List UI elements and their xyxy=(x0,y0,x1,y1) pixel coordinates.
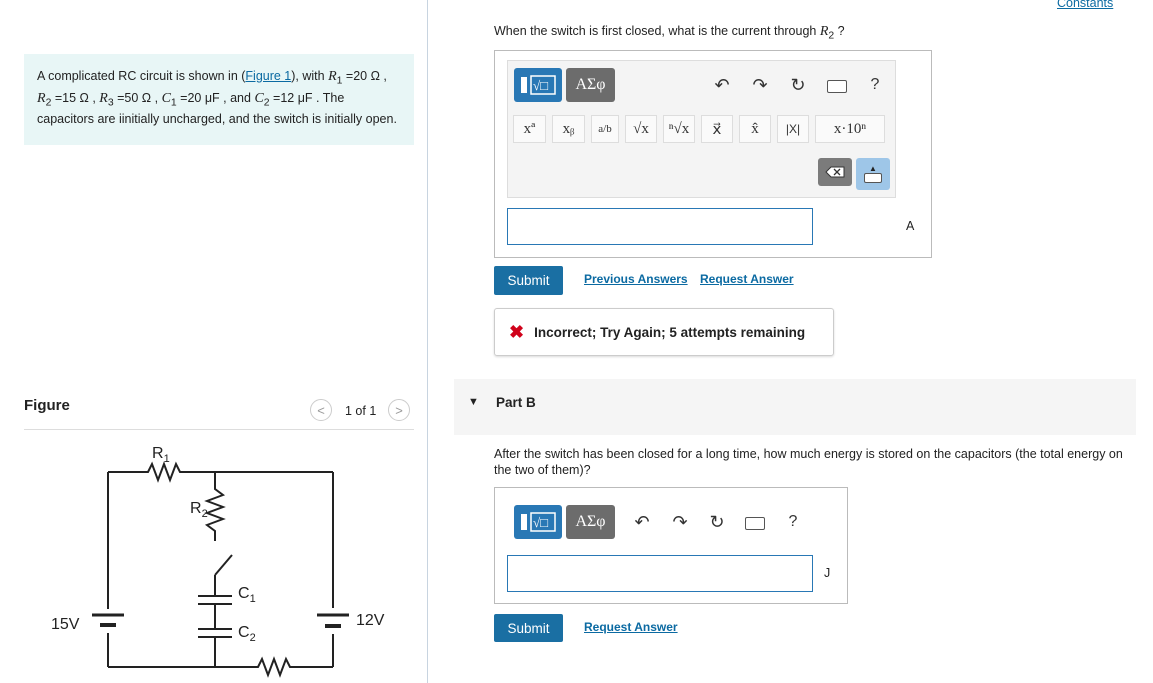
v2-label: 12V xyxy=(356,612,385,629)
backspace-icon xyxy=(825,166,845,178)
help-icon[interactable]: ? xyxy=(866,74,884,96)
panel-divider xyxy=(427,0,428,683)
backspace-button[interactable] xyxy=(818,158,852,186)
symbol-row: xª xᵦ a/b √x ⁿ√x x⃗ x̂ |X| x·10ⁿ xyxy=(513,115,891,147)
undo-icon[interactable]: ↶ xyxy=(632,511,652,533)
part-b-submit-button[interactable]: Submit xyxy=(494,614,563,642)
error-icon: ✖ xyxy=(509,321,525,342)
help-icon[interactable]: ? xyxy=(784,511,802,533)
figure-link[interactable]: Figure 1 xyxy=(245,69,291,83)
abs-value-button[interactable]: |X| xyxy=(777,115,809,143)
figure-title: Figure xyxy=(24,397,70,414)
greek-symbols-button[interactable]: ΑΣφ xyxy=(566,68,615,102)
template-button[interactable]: √□ xyxy=(514,68,562,102)
part-b-title: Part B xyxy=(496,395,536,410)
keyboard-icon[interactable] xyxy=(827,80,847,93)
redo-icon[interactable]: ↷ xyxy=(750,74,770,96)
unit-vector-button[interactable]: x̂ xyxy=(739,115,771,143)
undo-icon[interactable]: ↶ xyxy=(712,74,732,96)
keyboard-icon xyxy=(864,173,882,183)
svg-text:√□: √□ xyxy=(533,78,548,93)
vector-button[interactable]: x⃗ xyxy=(701,115,733,143)
nth-root-button[interactable]: ⁿ√x xyxy=(663,115,695,143)
keyboard-icon[interactable] xyxy=(745,517,765,530)
problem-statement: A complicated RC circuit is shown in (Fi… xyxy=(24,54,414,145)
greek-symbols-button[interactable]: ΑΣφ xyxy=(566,505,615,539)
divider xyxy=(24,429,414,430)
part-b-answer-input[interactable] xyxy=(507,555,813,592)
part-b-unit: J xyxy=(824,566,831,580)
prev-figure-button[interactable]: < xyxy=(310,399,332,421)
superscript-button[interactable]: xª xyxy=(513,115,546,143)
reset-icon[interactable]: ↻ xyxy=(707,511,727,533)
part-a-unit: A xyxy=(906,219,915,233)
v1-label: 15V xyxy=(51,616,80,633)
part-a-submit-button[interactable]: Submit xyxy=(494,266,563,295)
part-a-request-answer-link[interactable]: Request Answer xyxy=(700,272,794,286)
feedback-message: ✖ Incorrect; Try Again; 5 attempts remai… xyxy=(494,308,834,356)
c2-label: C2 xyxy=(238,624,256,644)
constants-link[interactable]: Constants xyxy=(1057,0,1113,10)
r2-label: R2 xyxy=(190,500,208,520)
keyboard-toggle-button[interactable]: ▲ xyxy=(856,158,890,190)
part-b-question: After the switch has been closed for a l… xyxy=(494,447,1123,477)
part-b-header[interactable] xyxy=(454,379,1136,435)
next-figure-button[interactable]: > xyxy=(388,399,410,421)
circuit-diagram: R1 R2 C1 C2 15V 12V xyxy=(51,445,385,678)
collapse-caret-icon[interactable]: ▼ xyxy=(468,396,479,408)
part-a-question: When the switch is first closed, what is… xyxy=(494,24,845,42)
part-b-request-answer-link[interactable]: Request Answer xyxy=(584,620,678,634)
part-a-answer-input[interactable] xyxy=(507,208,813,245)
subscript-button[interactable]: xᵦ xyxy=(552,115,585,143)
r1-label: R1 xyxy=(152,445,170,465)
sqrt-button[interactable]: √x xyxy=(625,115,657,143)
figure-pager: 1 of 1 xyxy=(345,404,377,418)
c1-label: C1 xyxy=(238,585,256,605)
sci-notation-button[interactable]: x·10ⁿ xyxy=(815,115,885,143)
previous-answers-link[interactable]: Previous Answers xyxy=(584,272,688,286)
fraction-button[interactable]: a/b xyxy=(591,115,619,143)
svg-text:√□: √□ xyxy=(533,515,548,530)
template-button[interactable]: √□ xyxy=(514,505,562,539)
reset-icon[interactable]: ↻ xyxy=(788,74,808,96)
redo-icon[interactable]: ↷ xyxy=(670,511,690,533)
